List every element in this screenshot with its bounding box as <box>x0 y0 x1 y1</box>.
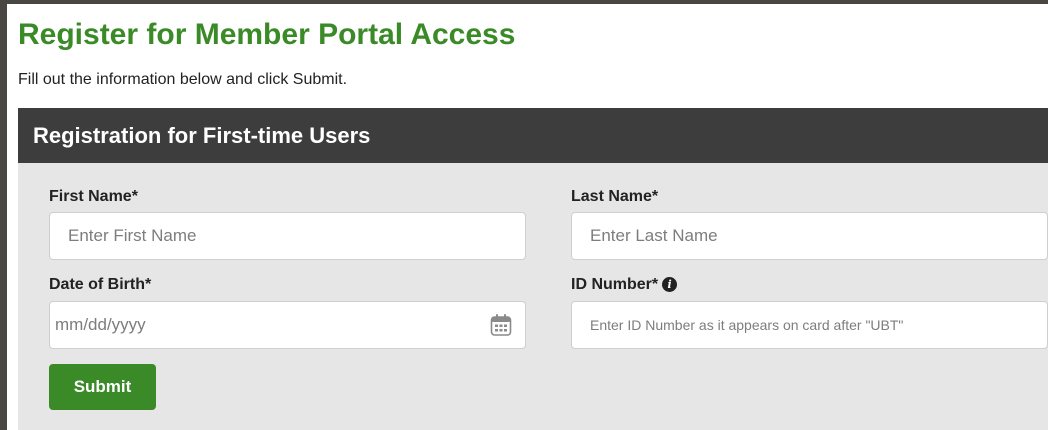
page-title: Register for Member Portal Access <box>18 18 516 51</box>
dob-input[interactable] <box>49 301 526 349</box>
registration-panel: Registration for First-time Users First … <box>18 108 1048 430</box>
submit-button[interactable]: Submit <box>49 364 156 410</box>
panel-header: Registration for First-time Users <box>18 108 1048 163</box>
info-icon[interactable]: i <box>662 277 678 292</box>
dob-label: Date of Birth* <box>49 276 152 293</box>
registration-page: Register for Member Portal Access Fill o… <box>7 4 1048 430</box>
last-name-label: Last Name* <box>571 188 659 205</box>
id-number-label-group: ID Number* i <box>571 276 678 294</box>
id-number-label: ID Number* <box>571 276 659 293</box>
last-name-input[interactable] <box>571 212 1048 260</box>
id-number-input[interactable] <box>571 301 1048 349</box>
page-subtitle: Fill out the information below and click… <box>18 71 348 88</box>
calendar-icon[interactable] <box>490 313 512 337</box>
first-name-input[interactable] <box>49 212 526 260</box>
first-name-label: First Name* <box>49 188 138 205</box>
